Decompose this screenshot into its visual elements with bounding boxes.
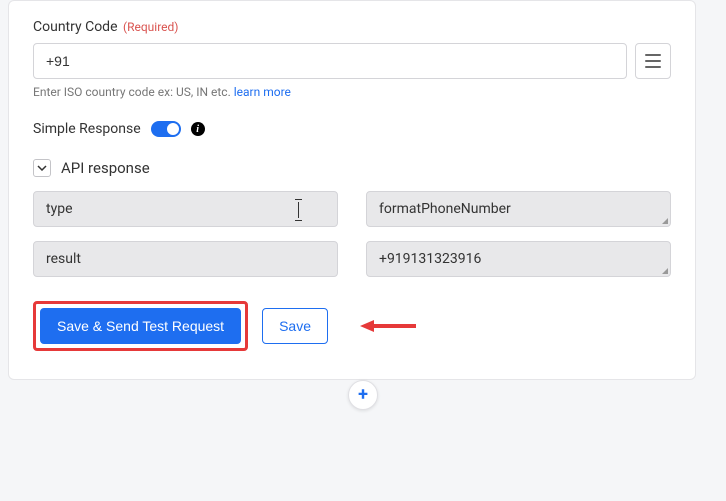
- add-step-button[interactable]: +: [348, 380, 378, 410]
- api-response-label: API response: [61, 159, 150, 177]
- info-icon[interactable]: i: [191, 122, 205, 136]
- plus-icon: +: [358, 386, 368, 404]
- country-code-row: [33, 43, 671, 79]
- simple-response-toggle[interactable]: [151, 121, 181, 137]
- api-response-header: API response: [33, 159, 671, 177]
- highlight-annotation: Save & Send Test Request: [33, 301, 248, 351]
- save-button[interactable]: Save: [262, 308, 328, 344]
- form-card: Country Code (Required) Enter ISO countr…: [8, 0, 696, 380]
- response-value-cell[interactable]: +919131323916: [366, 241, 671, 277]
- learn-more-link[interactable]: learn more: [234, 85, 291, 99]
- response-key-cell[interactable]: type: [33, 191, 338, 227]
- country-code-input[interactable]: [33, 43, 627, 79]
- response-value-cell[interactable]: formatPhoneNumber: [366, 191, 671, 227]
- simple-response-row: Simple Response i: [33, 121, 671, 137]
- button-row: Save & Send Test Request Save: [33, 301, 671, 351]
- chevron-down-icon[interactable]: [33, 159, 51, 177]
- api-response-grid: type formatPhoneNumber result +919131323…: [33, 191, 671, 277]
- simple-response-label: Simple Response: [33, 121, 141, 137]
- arrow-annotation-icon: [360, 318, 416, 334]
- menu-icon[interactable]: [635, 43, 671, 79]
- text-cursor-icon: [298, 202, 299, 218]
- save-send-test-button[interactable]: Save & Send Test Request: [40, 308, 241, 344]
- required-indicator: (Required): [123, 20, 178, 34]
- country-code-helper: Enter ISO country code ex: US, IN etc. l…: [33, 85, 671, 99]
- country-code-label: Country Code (Required): [33, 19, 671, 35]
- response-key-cell[interactable]: result: [33, 241, 338, 277]
